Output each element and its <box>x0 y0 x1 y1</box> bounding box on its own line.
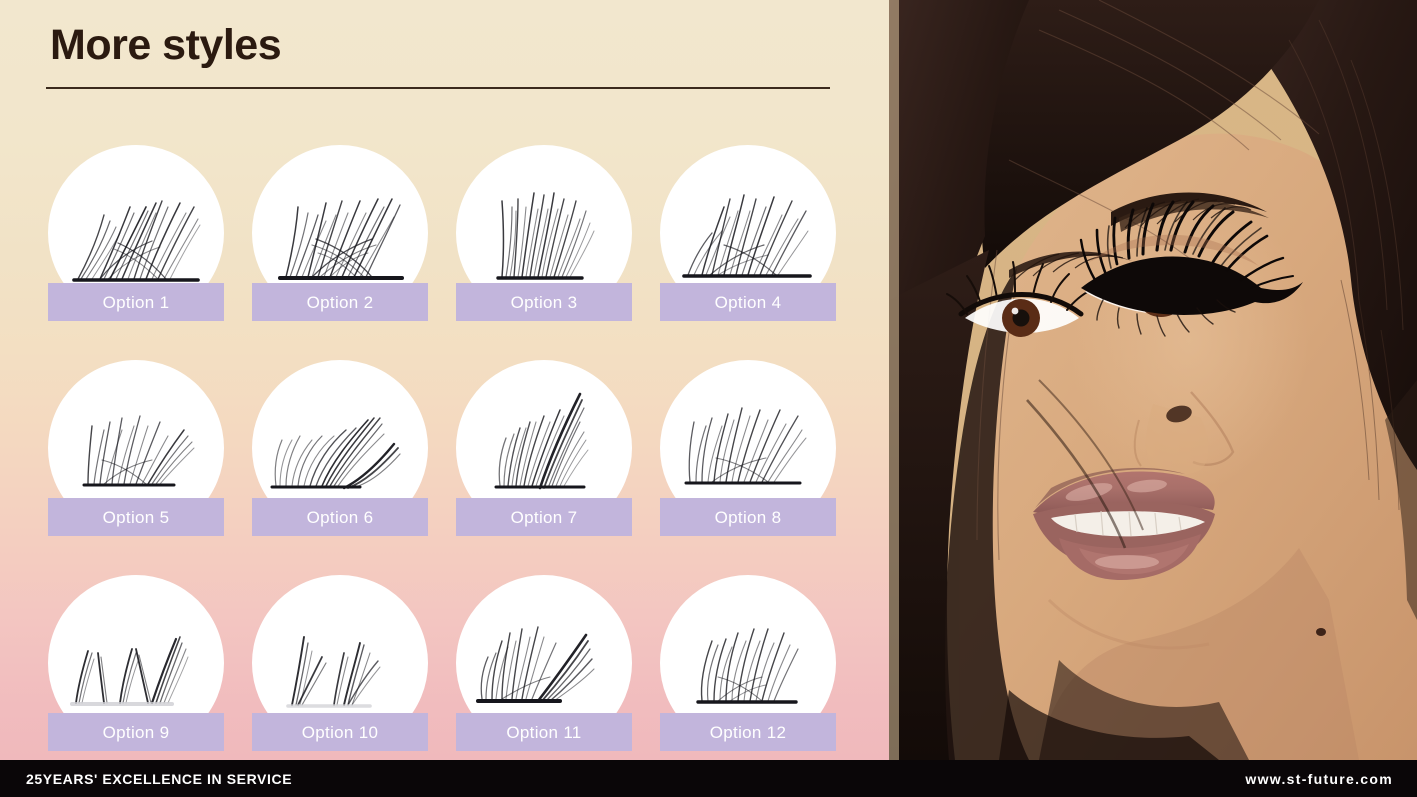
option-label-band: Option 8 <box>660 498 836 536</box>
footer-tagline: 25YEARS' EXCELLENCE IN SERVICE <box>26 770 293 787</box>
option-cell-2[interactable]: Option 2 <box>252 145 428 321</box>
footer-website[interactable]: www.st-future.com <box>1245 771 1393 787</box>
option-cell-7[interactable]: Option 7 <box>456 360 632 536</box>
option-cell-4[interactable]: Option 4 <box>660 145 836 321</box>
option-label: Option 11 <box>506 722 582 742</box>
option-label-band: Option 10 <box>252 713 428 751</box>
slide-root: More styles Option 1 Option 2 Option 3 O… <box>0 0 1417 797</box>
option-label: Option 10 <box>301 722 379 742</box>
option-label: Option 8 <box>714 507 782 527</box>
title-underline-divider <box>46 87 830 89</box>
option-label-band: Option 6 <box>252 498 428 536</box>
option-cell-8[interactable]: Option 8 <box>660 360 836 536</box>
option-label: Option 4 <box>714 292 782 312</box>
option-label-band: Option 11 <box>456 713 632 751</box>
option-label: Option 5 <box>102 507 170 527</box>
left-content-panel: More styles Option 1 Option 2 Option 3 O… <box>0 0 889 760</box>
option-cell-11[interactable]: Option 11 <box>456 575 632 751</box>
option-label: Option 1 <box>102 292 170 312</box>
option-cell-12[interactable]: Option 12 <box>660 575 836 751</box>
footer-bar: 25YEARS' EXCELLENCE IN SERVICE www.st-fu… <box>0 760 1417 797</box>
option-label: Option 12 <box>709 722 787 742</box>
option-label-band: Option 7 <box>456 498 632 536</box>
option-label-band: Option 9 <box>48 713 224 751</box>
option-row: Option 9 Option 10 Option 11 Option 12 <box>48 575 848 751</box>
option-cell-9[interactable]: Option 9 <box>48 575 224 751</box>
option-label-band: Option 4 <box>660 283 836 321</box>
option-label: Option 3 <box>510 292 578 312</box>
option-cell-5[interactable]: Option 5 <box>48 360 224 536</box>
option-label: Option 9 <box>102 722 170 742</box>
model-photo-illustration <box>889 0 1417 760</box>
option-grid: Option 1 Option 2 Option 3 Option 4 Opti… <box>48 145 848 760</box>
option-cell-3[interactable]: Option 3 <box>456 145 632 321</box>
page-title: More styles <box>50 21 282 69</box>
option-label-band: Option 1 <box>48 283 224 321</box>
option-cell-6[interactable]: Option 6 <box>252 360 428 536</box>
model-photo <box>889 0 1417 760</box>
option-label-band: Option 2 <box>252 283 428 321</box>
option-label: Option 7 <box>510 507 578 527</box>
option-label-band: Option 12 <box>660 713 836 751</box>
option-label-band: Option 5 <box>48 498 224 536</box>
option-row: Option 1 Option 2 Option 3 Option 4 <box>48 145 848 321</box>
option-row: Option 5 Option 6 Option 7 Option 8 <box>48 360 848 536</box>
option-label: Option 6 <box>306 507 374 527</box>
option-label: Option 2 <box>306 292 374 312</box>
option-cell-1[interactable]: Option 1 <box>48 145 224 321</box>
option-cell-10[interactable]: Option 10 <box>252 575 428 751</box>
option-label-band: Option 3 <box>456 283 632 321</box>
